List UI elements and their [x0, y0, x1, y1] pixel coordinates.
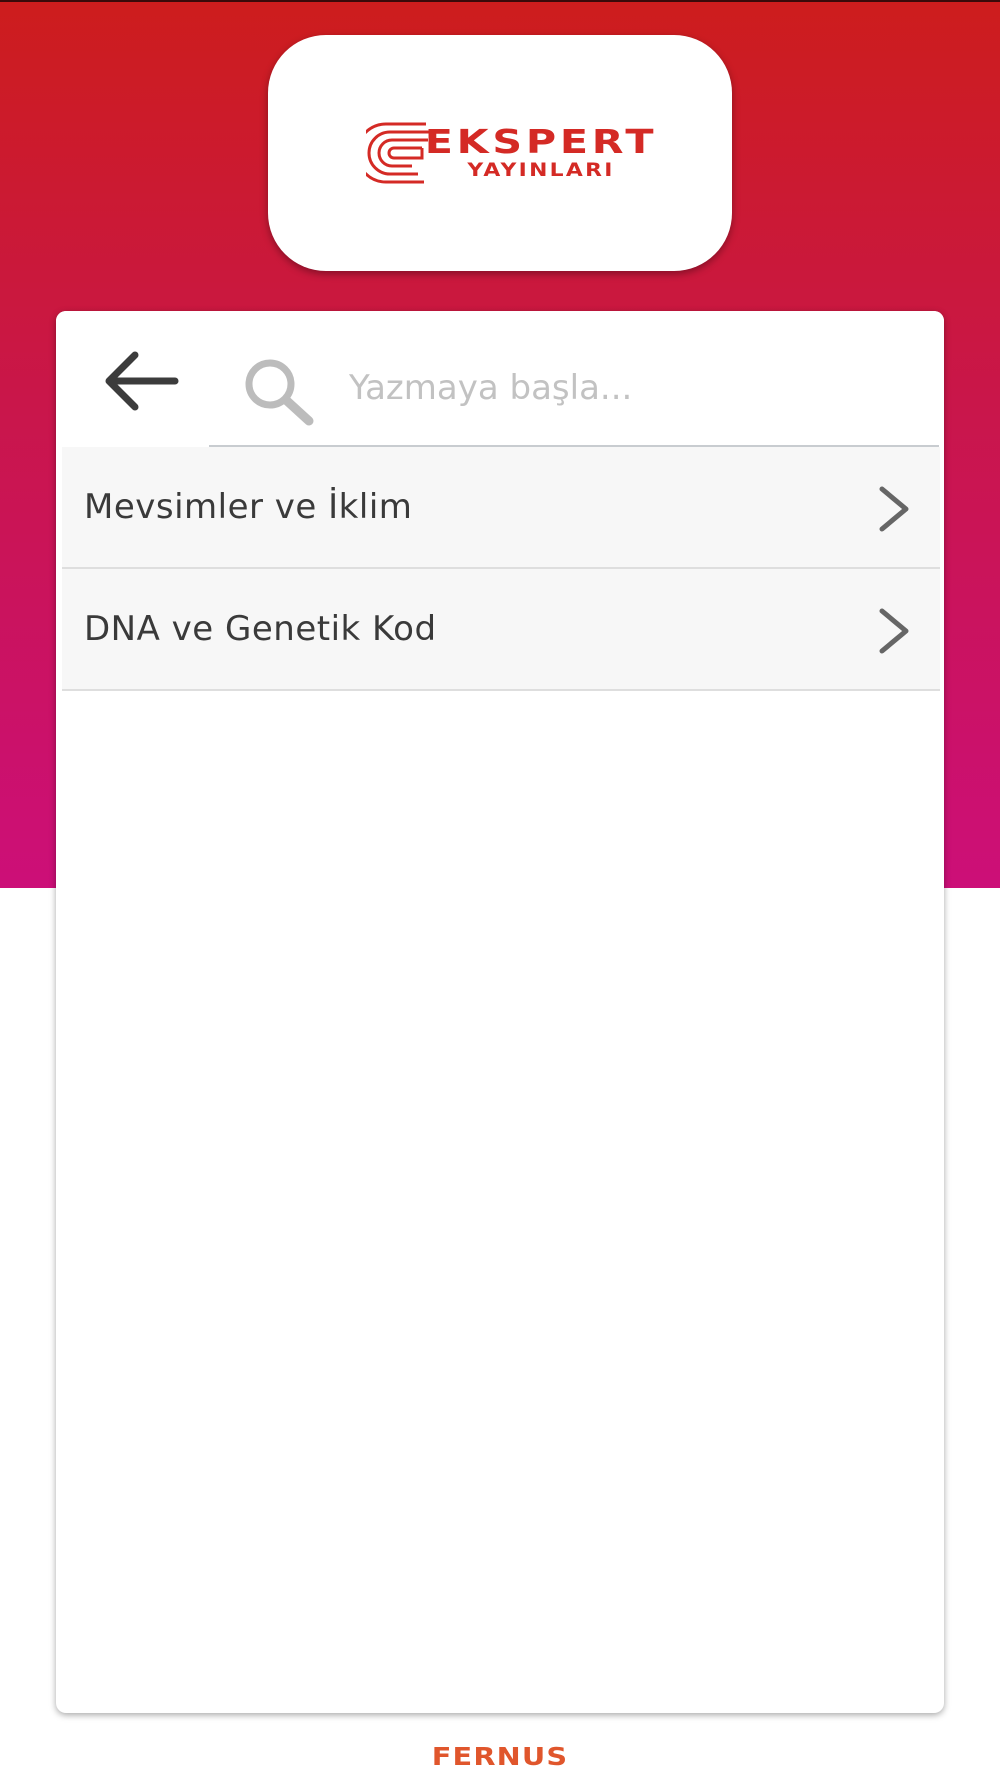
logo-subtitle: YAYINLARI [467, 159, 615, 181]
logo-wordmark: EKSPERT [424, 122, 658, 161]
search-bar [56, 311, 944, 447]
footer-brand: FERNUS [431, 1742, 569, 1771]
back-button[interactable] [96, 341, 186, 421]
content-panel: Mevsimler ve İklim DNA ve Genetik Kod [56, 311, 944, 1713]
list-item-label: Mevsimler ve İklim [84, 487, 413, 527]
logo-text: EKSPERT YAYINLARI [425, 125, 654, 182]
list-item-label: DNA ve Genetik Kod [84, 609, 437, 649]
chevron-right-icon [879, 486, 909, 532]
ekspert-logo: EKSPERT YAYINLARI [365, 122, 654, 184]
chevron-right-icon [879, 608, 909, 654]
search-icon [245, 359, 314, 426]
search-field[interactable] [209, 329, 939, 447]
search-input[interactable] [349, 353, 919, 423]
list-item-mevsimler-ve-iklim[interactable]: Mevsimler ve İklim [62, 447, 940, 569]
list-item-dna-ve-genetik-kod[interactable]: DNA ve Genetik Kod [62, 569, 940, 691]
logo-card: EKSPERT YAYINLARI [268, 35, 732, 271]
arrow-left-icon [105, 351, 179, 411]
topic-list: Mevsimler ve İklim DNA ve Genetik Kod [62, 447, 940, 691]
